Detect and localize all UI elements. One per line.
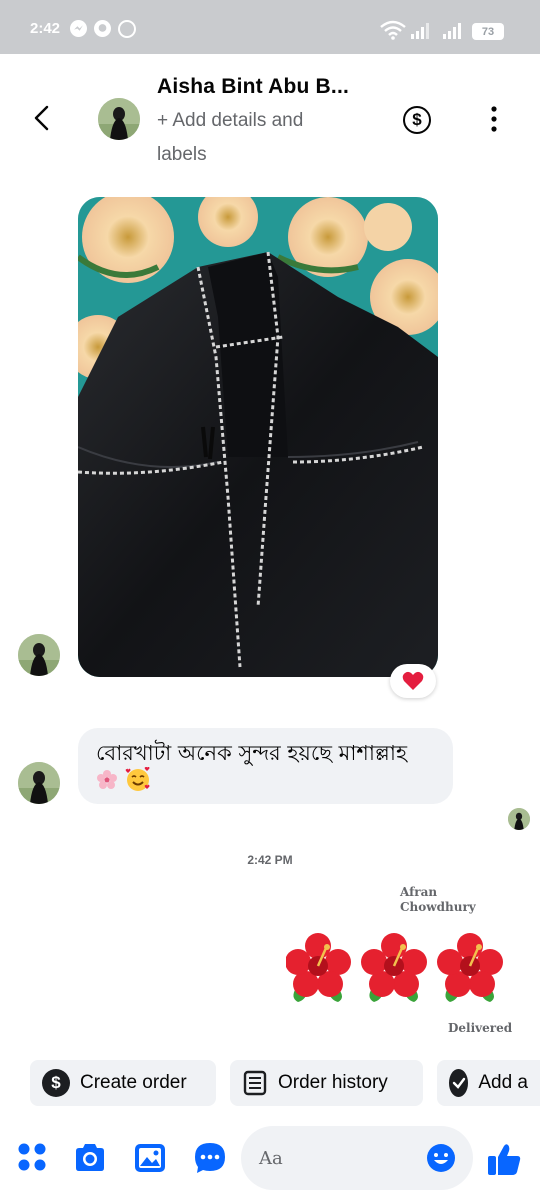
status-bar: 2:42 73 bbox=[0, 0, 540, 54]
message-timestamp: 2:42 PM bbox=[247, 853, 293, 867]
photo-message[interactable] bbox=[78, 197, 438, 677]
compass-notification-icon bbox=[118, 20, 136, 38]
message-input-placeholder: Aa bbox=[259, 1148, 283, 1169]
add-label-chip[interactable]: Add a bbox=[437, 1060, 540, 1106]
cherry-blossom-emoji bbox=[96, 769, 118, 798]
signal-2-icon bbox=[443, 23, 461, 39]
wifi-icon bbox=[380, 20, 406, 40]
heart-reaction-icon[interactable] bbox=[390, 664, 436, 698]
contact-avatar[interactable] bbox=[98, 98, 140, 140]
battery-indicator: 73 bbox=[472, 23, 504, 40]
chat-notification-icon bbox=[94, 20, 111, 37]
back-arrow-icon[interactable] bbox=[28, 103, 58, 133]
sender-avatar[interactable] bbox=[18, 762, 60, 804]
sender-avatar[interactable] bbox=[18, 634, 60, 676]
messenger-notification-icon bbox=[70, 20, 87, 37]
outgoing-emoji-message[interactable] bbox=[285, 931, 510, 1004]
emoji-icon[interactable] bbox=[426, 1143, 456, 1173]
contact-name[interactable]: Aisha Bint Abu B... bbox=[157, 75, 349, 99]
dollar-icon: $ bbox=[42, 1069, 70, 1097]
check-icon bbox=[449, 1069, 469, 1097]
apps-menu-icon[interactable] bbox=[15, 1140, 51, 1176]
signal-1-icon bbox=[411, 23, 429, 39]
incoming-message-text: বোরখাটা অনেক সুন্দর হয়ছে মাশাল্লাহ bbox=[96, 739, 446, 800]
like-thumbs-up-icon[interactable] bbox=[485, 1140, 523, 1178]
add-details-link[interactable]: + Add details and labels bbox=[157, 104, 357, 172]
order-history-chip[interactable]: Order history bbox=[230, 1060, 423, 1106]
gallery-icon[interactable] bbox=[132, 1140, 168, 1176]
smiling-face-with-hearts-emoji bbox=[125, 766, 151, 800]
create-order-chip[interactable]: $ Create order bbox=[30, 1060, 216, 1106]
receipt-icon bbox=[242, 1070, 268, 1096]
more-options-icon[interactable] bbox=[488, 106, 500, 132]
seen-receipt-avatar bbox=[508, 808, 530, 830]
status-time: 2:42 bbox=[30, 20, 61, 37]
messenger-chat-icon[interactable] bbox=[192, 1140, 228, 1176]
camera-icon[interactable] bbox=[72, 1140, 108, 1176]
delivery-status: Delivered bbox=[448, 1021, 513, 1035]
outgoing-sender-name: Afran Chowdhury bbox=[400, 885, 476, 914]
dollar-icon[interactable]: $ bbox=[403, 106, 431, 134]
